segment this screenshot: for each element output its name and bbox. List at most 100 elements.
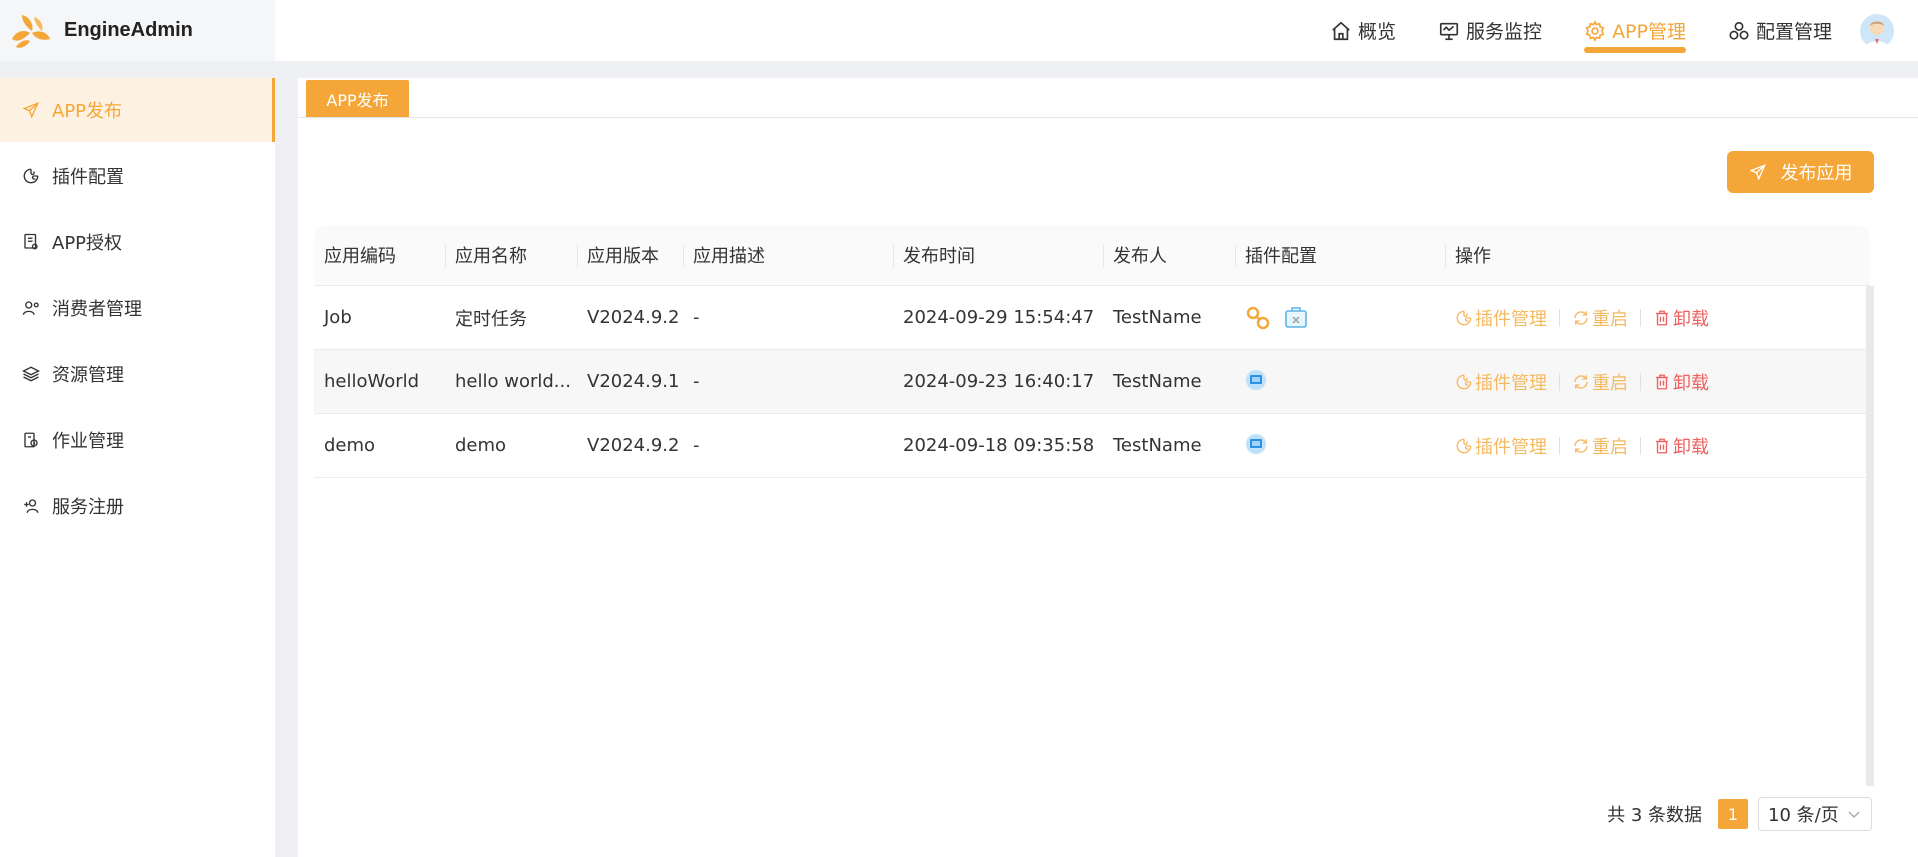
sidebar-item-resource-management[interactable]: 资源管理 <box>0 342 275 406</box>
gear-icon <box>1585 19 1605 42</box>
sidebar-item-label: APP发布 <box>52 101 123 122</box>
actions-cell: 插件管理 重启 卸载 <box>1445 286 1870 349</box>
screen-plugin-icon[interactable] <box>1245 433 1271 459</box>
sidebar-item-label: 插件配置 <box>52 167 124 188</box>
table-row: helloWorld hello world... V2024.9.1 - 20… <box>314 350 1870 414</box>
action-divider <box>1640 372 1641 391</box>
action-divider <box>1559 308 1560 327</box>
sidebar-item-label: 消费者管理 <box>52 299 142 320</box>
page-number-button[interactable]: 1 <box>1718 799 1748 829</box>
sidebar-item-service-registry[interactable]: 服务注册 <box>0 474 275 538</box>
monitor-icon <box>1439 22 1459 40</box>
user-settings-icon <box>22 301 39 315</box>
restart-link[interactable]: 重启 <box>1572 369 1628 395</box>
publish-time-cell: 2024-09-29 15:54:47 <box>903 307 1095 328</box>
page-size-value: 10 条/页 <box>1768 805 1839 826</box>
app-name-cell: 定时任务 <box>455 308 527 330</box>
link-plugin-icon[interactable] <box>1245 305 1271 331</box>
sidebar-item-app-auth[interactable]: APP授权 <box>0 210 275 274</box>
table-row: Job 定时任务 V2024.9.2 - 2024-09-29 15:54:47… <box>314 286 1870 350</box>
plugin-management-link[interactable]: 插件管理 <box>1455 369 1547 395</box>
puzzle-icon <box>1456 310 1472 325</box>
send-icon <box>22 102 40 119</box>
column-header: 应用编码 <box>324 246 396 267</box>
restart-link[interactable]: 重启 <box>1572 433 1628 459</box>
app-table: 应用编码 应用名称 应用版本 应用描述 发布时间 发布人 插件配置 操作 Job… <box>314 225 1870 478</box>
main-content: APP发布 发布应用 应用编码 应用名称 应用版本 应用描述 发布时间 发布人 … <box>298 78 1918 857</box>
nav-app-management-label: APP管理 <box>1612 21 1686 43</box>
actions-cell: 插件管理 重启 卸载 <box>1445 350 1870 413</box>
nav-service-monitor[interactable]: 服务监控 <box>1438 0 1542 61</box>
trash-icon <box>1656 310 1668 325</box>
nav-config-management-label: 配置管理 <box>1755 21 1832 43</box>
chevron-down-icon <box>1848 811 1860 818</box>
sidebar-item-plugin-config[interactable]: 插件配置 <box>0 144 275 208</box>
app-desc-cell: - <box>693 371 700 392</box>
config-icon <box>1729 21 1749 40</box>
column-header: 发布时间 <box>893 225 1103 285</box>
sidebar-item-app-publish[interactable]: APP发布 <box>0 78 275 142</box>
toolbox-plugin-icon[interactable] <box>1283 305 1309 331</box>
plugin-management-label: 插件管理 <box>1475 308 1547 330</box>
uninstall-label: 卸载 <box>1673 308 1709 330</box>
plugin-management-link[interactable]: 插件管理 <box>1455 305 1547 331</box>
tab-app-publish[interactable]: APP发布 <box>306 80 409 117</box>
uninstall-link[interactable]: 卸载 <box>1653 433 1709 459</box>
plugin-config-cell <box>1235 414 1445 477</box>
job-icon <box>24 432 38 448</box>
app-version-cell: V2024.9.2 <box>587 435 680 456</box>
sidebar-item-job-management[interactable]: 作业管理 <box>0 408 275 472</box>
app-desc-cell: - <box>693 435 700 456</box>
restart-label: 重启 <box>1592 372 1628 394</box>
table-scrollbar[interactable] <box>1866 286 1874 786</box>
total-count: 共 3 条数据 <box>1607 805 1702 826</box>
action-divider <box>1640 308 1641 327</box>
sidebar-item-consumer-management[interactable]: 消费者管理 <box>0 276 275 340</box>
avatar[interactable] <box>1860 14 1894 48</box>
plugin-config-cell <box>1235 350 1445 413</box>
plugin-management-label: 插件管理 <box>1475 436 1547 458</box>
sidebar-item-label: 作业管理 <box>52 431 124 452</box>
page-size-select[interactable]: 10 条/页 <box>1758 797 1872 831</box>
pagination: 共 3 条数据 1 10 条/页 <box>1607 797 1872 831</box>
user-avatar-icon <box>1860 14 1894 48</box>
restart-label: 重启 <box>1592 308 1628 330</box>
column-header: 插件配置 <box>1235 225 1445 285</box>
action-divider <box>1640 436 1641 455</box>
app-code-cell: helloWorld <box>324 371 420 392</box>
publish-app-label: 发布应用 <box>1780 163 1853 184</box>
sidebar-item-label: 资源管理 <box>52 365 124 386</box>
screen-plugin-icon[interactable] <box>1245 369 1271 395</box>
action-divider <box>1559 436 1560 455</box>
app-name-cell: hello world... <box>455 371 571 392</box>
uninstall-link[interactable]: 卸载 <box>1653 369 1709 395</box>
column-header: 应用描述 <box>683 225 893 285</box>
table-header: 应用编码 应用名称 应用版本 应用描述 发布时间 发布人 插件配置 操作 <box>314 225 1870 286</box>
action-divider <box>1559 372 1560 391</box>
sidebar-item-label: 服务注册 <box>52 497 124 518</box>
puzzle-icon <box>23 168 39 184</box>
nav-overview[interactable]: 概览 <box>1330 0 1396 61</box>
plugin-management-label: 插件管理 <box>1475 372 1547 394</box>
publisher-cell: TestName <box>1113 307 1202 328</box>
top-header: EngineAdmin 概览 服务监控 APP管理 配置管理 <box>0 0 1918 61</box>
home-icon <box>1332 21 1350 40</box>
app-name: EngineAdmin <box>64 19 193 41</box>
top-nav: 概览 服务监控 APP管理 配置管理 <box>1288 0 1832 61</box>
restart-link[interactable]: 重启 <box>1572 305 1628 331</box>
uninstall-label: 卸载 <box>1673 436 1709 458</box>
column-header: 应用名称 <box>445 225 577 285</box>
publish-time-cell: 2024-09-23 16:40:17 <box>903 371 1095 392</box>
refresh-icon <box>1574 310 1588 325</box>
refresh-icon <box>1574 438 1588 453</box>
puzzle-icon <box>1456 438 1472 453</box>
plugin-management-link[interactable]: 插件管理 <box>1455 433 1547 459</box>
app-version-cell: V2024.9.1 <box>587 371 680 392</box>
column-header: 操作 <box>1445 225 1870 285</box>
nav-app-management[interactable]: APP管理 <box>1584 0 1686 61</box>
trash-icon <box>1656 438 1668 453</box>
publish-app-button[interactable]: 发布应用 <box>1727 151 1874 193</box>
nav-config-management[interactable]: 配置管理 <box>1728 0 1832 61</box>
uninstall-link[interactable]: 卸载 <box>1653 305 1709 331</box>
brand: EngineAdmin <box>0 0 275 61</box>
